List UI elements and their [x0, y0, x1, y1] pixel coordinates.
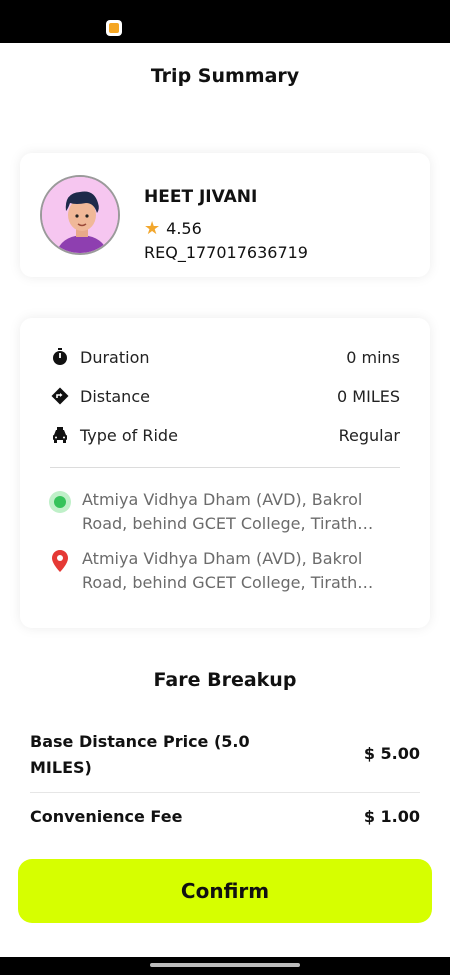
request-id: REQ_177017636719 — [144, 243, 308, 262]
driver-name: HEET JIVANI — [144, 187, 258, 207]
duration-label: Duration — [80, 347, 150, 367]
fare-row-convenience-fee: Convenience Fee $ 1.00 — [30, 804, 420, 830]
fare-divider — [30, 792, 420, 793]
avatar-illustration-icon — [42, 177, 118, 253]
ride-type-row: Type of Ride Regular — [50, 423, 400, 447]
pickup-address: Atmiya Vidhya Dham (AVD), Bakrol Road, b… — [48, 488, 408, 536]
trip-divider — [50, 467, 400, 468]
taxi-icon — [50, 425, 70, 445]
stopwatch-icon — [50, 347, 70, 367]
distance-value: 0 MILES — [337, 386, 400, 406]
trip-details-card: Duration 0 mins Distance 0 MILES Type of… — [20, 318, 430, 628]
status-bar — [0, 0, 450, 42]
home-indicator[interactable] — [150, 963, 300, 967]
ride-type-value: Regular — [338, 425, 400, 445]
fare-value: $ 1.00 — [363, 807, 420, 826]
fare-label: Base Distance Price (5.0 MILES) — [30, 732, 250, 777]
pickup-address-text: Atmiya Vidhya Dham (AVD), Bakrol Road, b… — [82, 490, 374, 533]
star-icon: ★ — [144, 217, 161, 239]
confirm-button[interactable]: Confirm — [18, 859, 432, 923]
page-title: Trip Summary — [150, 65, 300, 87]
driver-card: HEET JIVANI ★ 4.56 REQ_177017636719 — [20, 153, 430, 277]
pickup-dot-icon — [49, 491, 71, 513]
distance-label: Distance — [80, 386, 150, 406]
dropoff-address: Atmiya Vidhya Dham (AVD), Bakrol Road, b… — [48, 547, 408, 595]
duration-row: Duration 0 mins — [50, 345, 400, 369]
location-pin-icon — [52, 550, 68, 572]
trip-summary-screen: Trip Summary HEET JIVANI ★ 4.56 REQ_1770… — [0, 43, 450, 957]
driver-avatar — [40, 175, 120, 255]
fare-breakup-title: Fare Breakup — [153, 669, 297, 691]
distance-row: Distance 0 MILES — [50, 384, 400, 408]
navigation-bar — [0, 957, 450, 975]
duration-value: 0 mins — [346, 347, 400, 367]
direction-sign-icon — [50, 386, 70, 406]
fare-value: $ 5.00 — [363, 744, 420, 763]
fare-label: Convenience Fee — [30, 807, 183, 826]
driver-rating: ★ 4.56 — [144, 219, 202, 238]
ride-type-label: Type of Ride — [80, 425, 178, 445]
dropoff-address-text: Atmiya Vidhya Dham (AVD), Bakrol Road, b… — [82, 549, 374, 592]
rating-value: 4.56 — [166, 219, 202, 238]
app-notification-icon — [106, 20, 122, 36]
fare-row-base-distance: Base Distance Price (5.0 MILES) $ 5.00 — [30, 729, 420, 781]
